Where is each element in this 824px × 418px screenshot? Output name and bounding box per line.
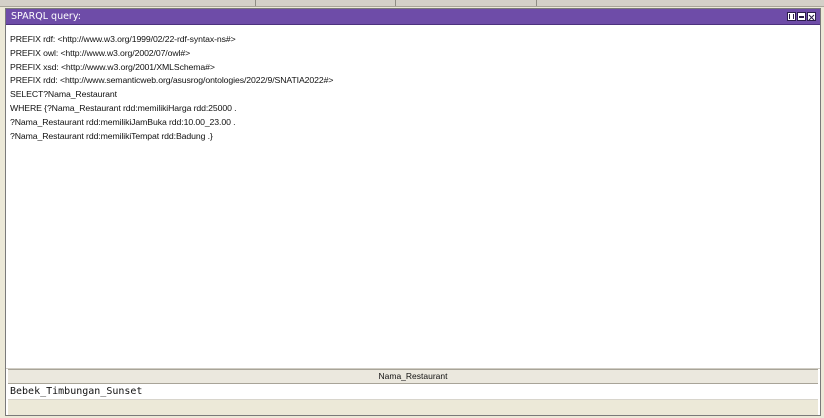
query-line: WHERE {?Nama_Restaurant rdd:memilikiHarg… [10, 102, 237, 113]
column-header-nama-restaurant[interactable]: Nama_Restaurant [8, 370, 818, 384]
results-table: Nama_Restaurant Bebek_Timbungan_Sunset [8, 369, 818, 415]
toolbar-divider [395, 0, 396, 6]
query-line: PREFIX xsd: <http://www.w3.org/2001/XMLS… [10, 61, 215, 72]
query-line: SELECT?Nama_Restaurant [10, 89, 117, 100]
toolbar-divider [255, 0, 256, 6]
toolbar-divider [536, 0, 537, 6]
panel-title: SPARQL query: [11, 11, 81, 22]
minimize-icon[interactable] [797, 12, 806, 21]
top-toolbar-strip [0, 0, 824, 7]
query-line: ?Nama_Restaurant rdd:memilikiJamBuka rdd… [10, 116, 236, 127]
table-row[interactable]: Bebek_Timbungan_Sunset [8, 384, 818, 400]
restore-icon[interactable] [787, 12, 796, 21]
query-line: PREFIX rdf: <http://www.w3.org/1999/02/2… [10, 34, 236, 44]
window-controls [787, 12, 816, 21]
query-line: ?Nama_Restaurant rdd:memilikiTempat rdd:… [10, 130, 213, 141]
close-icon[interactable] [807, 12, 816, 21]
sparql-query-editor[interactable]: PREFIX rdf: <http://www.w3.org/1999/02/2… [6, 25, 820, 368]
sparql-query-panel: SPARQL query: PREFIX rdf: <http://www.w3… [5, 8, 821, 416]
query-line: PREFIX owl: <http://www.w3.org/2002/07/o… [10, 47, 191, 58]
panel-titlebar[interactable]: SPARQL query: [6, 9, 820, 25]
query-line: PREFIX rdd: <http://www.semanticweb.org/… [10, 75, 334, 86]
